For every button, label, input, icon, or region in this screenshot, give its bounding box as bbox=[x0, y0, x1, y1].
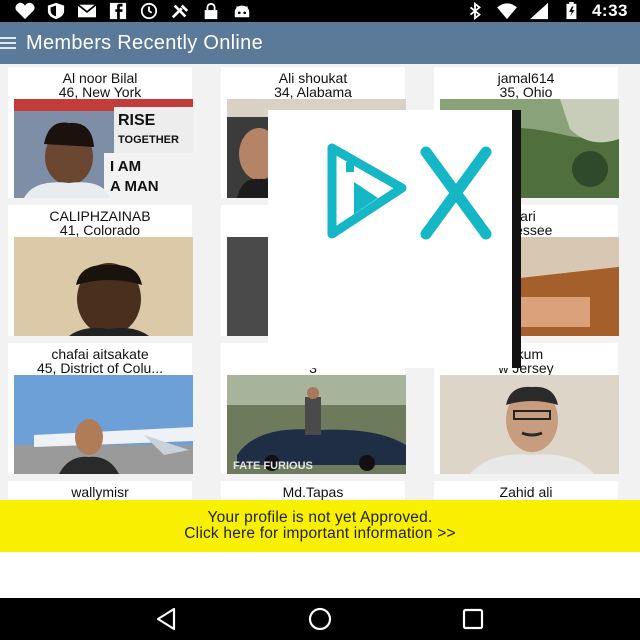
wifi-icon bbox=[496, 2, 518, 20]
member-name: wallymisr bbox=[71, 484, 129, 500]
mail-icon bbox=[76, 2, 98, 20]
member-card[interactable]: Zahid ali bbox=[434, 481, 618, 500]
svg-text:A MAN: A MAN bbox=[110, 178, 159, 195]
member-card[interactable]: wallymisr bbox=[8, 481, 192, 500]
member-location: 34, Alabama bbox=[274, 84, 352, 100]
member-location: 46, New York bbox=[58, 84, 142, 100]
android-icon bbox=[231, 2, 253, 20]
recents-icon[interactable] bbox=[456, 604, 490, 634]
play-x-icon[interactable] bbox=[318, 130, 498, 250]
member-location: 35, Ohio bbox=[499, 84, 553, 100]
member-card[interactable]: chafai aitsakate 45, District of Colu... bbox=[8, 343, 193, 474]
member-card[interactable]: Al noor Bilal 46, New York RISE TOGETHER… bbox=[8, 67, 193, 198]
banner-line-1: Your profile is not yet Approved. bbox=[207, 509, 433, 526]
svg-text:TOGETHER: TOGETHER bbox=[118, 134, 179, 146]
rise-sign-text: RISE bbox=[118, 112, 156, 129]
home-icon[interactable] bbox=[303, 604, 337, 634]
member-photo[interactable] bbox=[14, 375, 193, 474]
banner-line-2: Click here for important information >> bbox=[184, 525, 456, 542]
status-bar: 4:33 bbox=[0, 0, 640, 22]
man-sign-text: I AM bbox=[110, 158, 141, 175]
approval-banner[interactable]: Your profile is not yet Approved. Click … bbox=[0, 500, 640, 552]
heart-icon bbox=[14, 2, 36, 20]
screen: 4:33 Members Recently Online Al noor Bil… bbox=[0, 0, 640, 640]
blank-area bbox=[0, 552, 640, 598]
clock-time: 4:33 bbox=[591, 1, 628, 20]
shield-icon bbox=[45, 2, 67, 20]
back-icon[interactable] bbox=[150, 604, 184, 634]
battery-icon bbox=[560, 2, 582, 20]
member-name: Md.Tapas bbox=[282, 484, 344, 500]
member-card[interactable]: CALIPHZAINAB 41, Colorado bbox=[8, 205, 193, 336]
member-photo[interactable]: RISE TOGETHER I AM A MAN bbox=[14, 99, 193, 198]
ad-overlay-edge bbox=[512, 110, 521, 368]
member-card[interactable]: Md.Tapas bbox=[221, 481, 405, 500]
tools-icon bbox=[169, 2, 191, 20]
member-photo[interactable] bbox=[440, 375, 619, 474]
hamburger-menu-icon[interactable] bbox=[0, 36, 18, 50]
member-location: 41, Colorado bbox=[59, 222, 141, 238]
ad-overlay[interactable] bbox=[268, 110, 518, 368]
bluetooth-icon bbox=[464, 2, 486, 20]
member-photo[interactable]: FATE FURIOUS bbox=[227, 375, 406, 474]
lock-icon bbox=[200, 2, 222, 20]
member-name: Zahid ali bbox=[499, 484, 553, 500]
movie-caption-text: FATE FURIOUS bbox=[233, 460, 313, 472]
clock-icon bbox=[138, 2, 160, 20]
facebook-icon bbox=[107, 2, 129, 20]
signal-icon bbox=[528, 2, 550, 20]
navigation-bar bbox=[0, 598, 640, 640]
page-title: Members Recently Online bbox=[26, 31, 263, 54]
member-photo[interactable] bbox=[14, 237, 193, 336]
app-bar: Members Recently Online bbox=[0, 22, 640, 64]
member-location: 45, District of Colu... bbox=[36, 360, 164, 376]
